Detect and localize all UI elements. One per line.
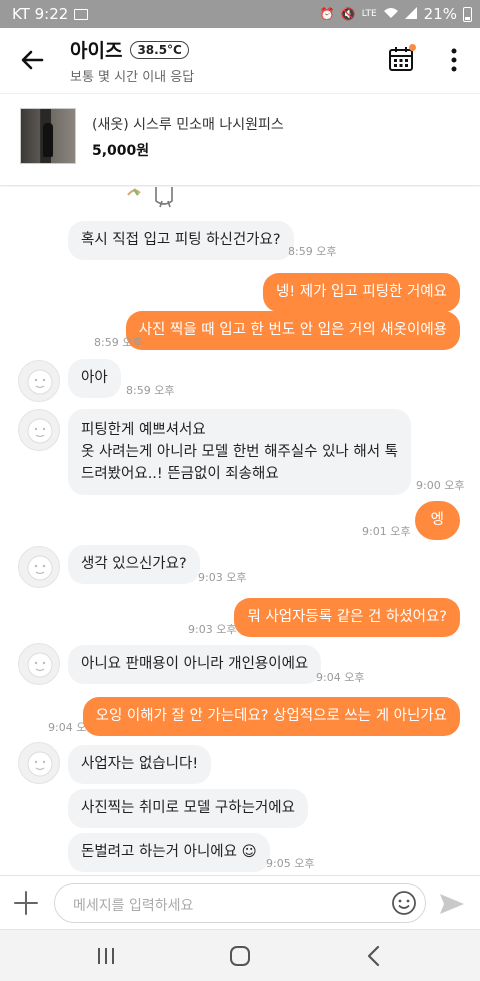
- header-title-row: 아이즈 38.5°C: [70, 36, 189, 63]
- battery-icon: [463, 6, 472, 22]
- message-time: 9:03 오후: [198, 571, 247, 584]
- message-bubble-in[interactable]: 생각 있으신가요?: [68, 545, 200, 584]
- recent-apps-icon[interactable]: [96, 946, 116, 966]
- message-time: 9:03 오후: [188, 623, 237, 636]
- wifi-icon: [383, 7, 399, 22]
- message-text: 사업자는 없습니다!: [81, 756, 199, 772]
- message-text: 아니요 판매용이 아니라 개인용이에요: [81, 656, 309, 672]
- status-bar: KT 9:22 ⏰ 🔇 LTE 21%: [0, 0, 480, 28]
- message-text-line: 피팅한게 예쁘셔서요: [81, 422, 206, 438]
- emoji-icon[interactable]: [391, 890, 417, 916]
- message-text-line: 드려봤어요..! 뜬금없이 죄송해요: [81, 466, 279, 482]
- message-bubble-in[interactable]: 아니요 판매용이 아니라 개인용이에요: [68, 645, 322, 684]
- message-text: 돈벌려고 하는거 아니에요 ☺: [81, 844, 257, 860]
- image-icon: [74, 8, 89, 20]
- more-vertical-icon[interactable]: [446, 46, 462, 74]
- manner-temperature-badge: 38.5°C: [130, 40, 189, 59]
- message-bubble-out[interactable]: 오잉 이해가 잘 안 가는데요? 상업적으로 쓰는 게 아닌가요: [82, 697, 460, 736]
- message-bubble-in[interactable]: 아아: [68, 359, 121, 398]
- partner-name[interactable]: 아이즈: [70, 36, 122, 63]
- message-bubble-in[interactable]: 사업자는 없습니다!: [68, 745, 212, 784]
- send-icon[interactable]: [438, 890, 466, 918]
- message-time: 9:00 오후: [416, 479, 465, 492]
- product-price: 5,000원: [92, 143, 150, 159]
- message-text: 아아: [81, 370, 108, 386]
- signal-icon: [404, 6, 418, 22]
- alarm-icon: ⏰: [319, 7, 335, 21]
- message-text: 엥: [430, 512, 444, 528]
- message-bubble-in[interactable]: 혹시 직접 입고 피팅 하신건가요?: [68, 221, 294, 260]
- message-bubble-out[interactable]: 사진 찍을 때 입고 한 번도 안 입은 거의 새옷이에용: [125, 311, 460, 350]
- message-bubble-in[interactable]: 사진찍는 취미로 모델 구하는거에요: [68, 789, 308, 828]
- lte-icon: LTE: [361, 9, 377, 19]
- message-time: 8:59 오후: [94, 336, 143, 349]
- message-bubble-out[interactable]: 넹! 제가 입고 피팅한 거예요: [263, 273, 460, 312]
- message-time: 9:05 오후: [266, 857, 315, 870]
- chat-messages[interactable]: 혹시 직접 입고 피팅 하신건가요? 8:59 오후 넹! 제가 입고 피팅한 …: [0, 187, 480, 875]
- message-text: 사진찍는 취미로 모델 구하는거에요: [81, 800, 295, 816]
- message-bubble-in[interactable]: 피팅한게 예쁘셔서요 옷 사려는게 아니라 모델 한번 해주실수 있나 해서 톡…: [68, 409, 412, 495]
- message-text: 혹시 직접 입고 피팅 하신건가요?: [81, 232, 281, 248]
- mute-icon: 🔇: [340, 7, 356, 21]
- message-text: 오잉 이해가 잘 안 가는데요? 상업적으로 쓰는 게 아닌가요: [95, 708, 447, 724]
- avatar[interactable]: [18, 409, 60, 451]
- message-bubble-out[interactable]: 뭐 사업자등록 같은 건 하셨어요?: [234, 598, 460, 637]
- avatar[interactable]: [18, 546, 60, 588]
- avatar[interactable]: [18, 643, 60, 685]
- avatar[interactable]: [18, 360, 60, 402]
- message-time: 8:59 오후: [126, 384, 175, 397]
- notification-dot: [409, 44, 416, 51]
- message-bubble-in[interactable]: 돈벌려고 하는거 아니에요 ☺: [68, 833, 270, 872]
- product-title: (새옷) 시스루 민소매 나시원피스: [92, 117, 284, 133]
- message-text: 뭐 사업자등록 같은 건 하셨어요?: [247, 609, 447, 625]
- message-time: 9:04 오후: [316, 671, 365, 684]
- product-thumbnail[interactable]: [20, 108, 76, 164]
- message-input[interactable]: 메세지를 입력하세요: [54, 883, 426, 923]
- sticker-image: [127, 187, 173, 208]
- message-text-line: 옷 사려는게 아니라 모델 한번 해주실수 있나 해서 톡: [81, 444, 399, 460]
- input-placeholder: 메세지를 입력하세요: [73, 898, 194, 914]
- message-text: 사진 찍을 때 입고 한 번도 안 입은 거의 새옷이에용: [138, 322, 447, 338]
- android-nav-bar: [0, 929, 480, 981]
- message-input-bar: 메세지를 입력하세요: [0, 875, 480, 929]
- nav-back-icon[interactable]: [366, 945, 380, 967]
- battery-percent: 21%: [423, 5, 457, 23]
- chat-header: 아이즈 38.5°C 보통 몇 시간 이내 응답: [0, 28, 480, 94]
- status-right: ⏰ 🔇 LTE 21%: [320, 5, 472, 23]
- carrier-time: KT 9:22: [12, 5, 69, 23]
- message-time: 8:59 오후: [288, 245, 337, 258]
- home-icon[interactable]: [229, 945, 251, 967]
- message-text: 생각 있으신가요?: [81, 556, 187, 572]
- message-time: 9:01 오후: [362, 525, 411, 538]
- message-text: 넹! 제가 입고 피팅한 거예요: [276, 284, 447, 300]
- back-arrow-icon[interactable]: [16, 44, 48, 76]
- plus-icon[interactable]: [12, 889, 40, 917]
- status-left: KT 9:22: [12, 5, 89, 23]
- avatar[interactable]: [18, 742, 60, 784]
- response-time-text: 보통 몇 시간 이내 응답: [70, 70, 195, 85]
- message-bubble-out[interactable]: 엥: [414, 501, 460, 540]
- product-card[interactable]: (새옷) 시스루 민소매 나시원피스 5,000원: [0, 94, 480, 186]
